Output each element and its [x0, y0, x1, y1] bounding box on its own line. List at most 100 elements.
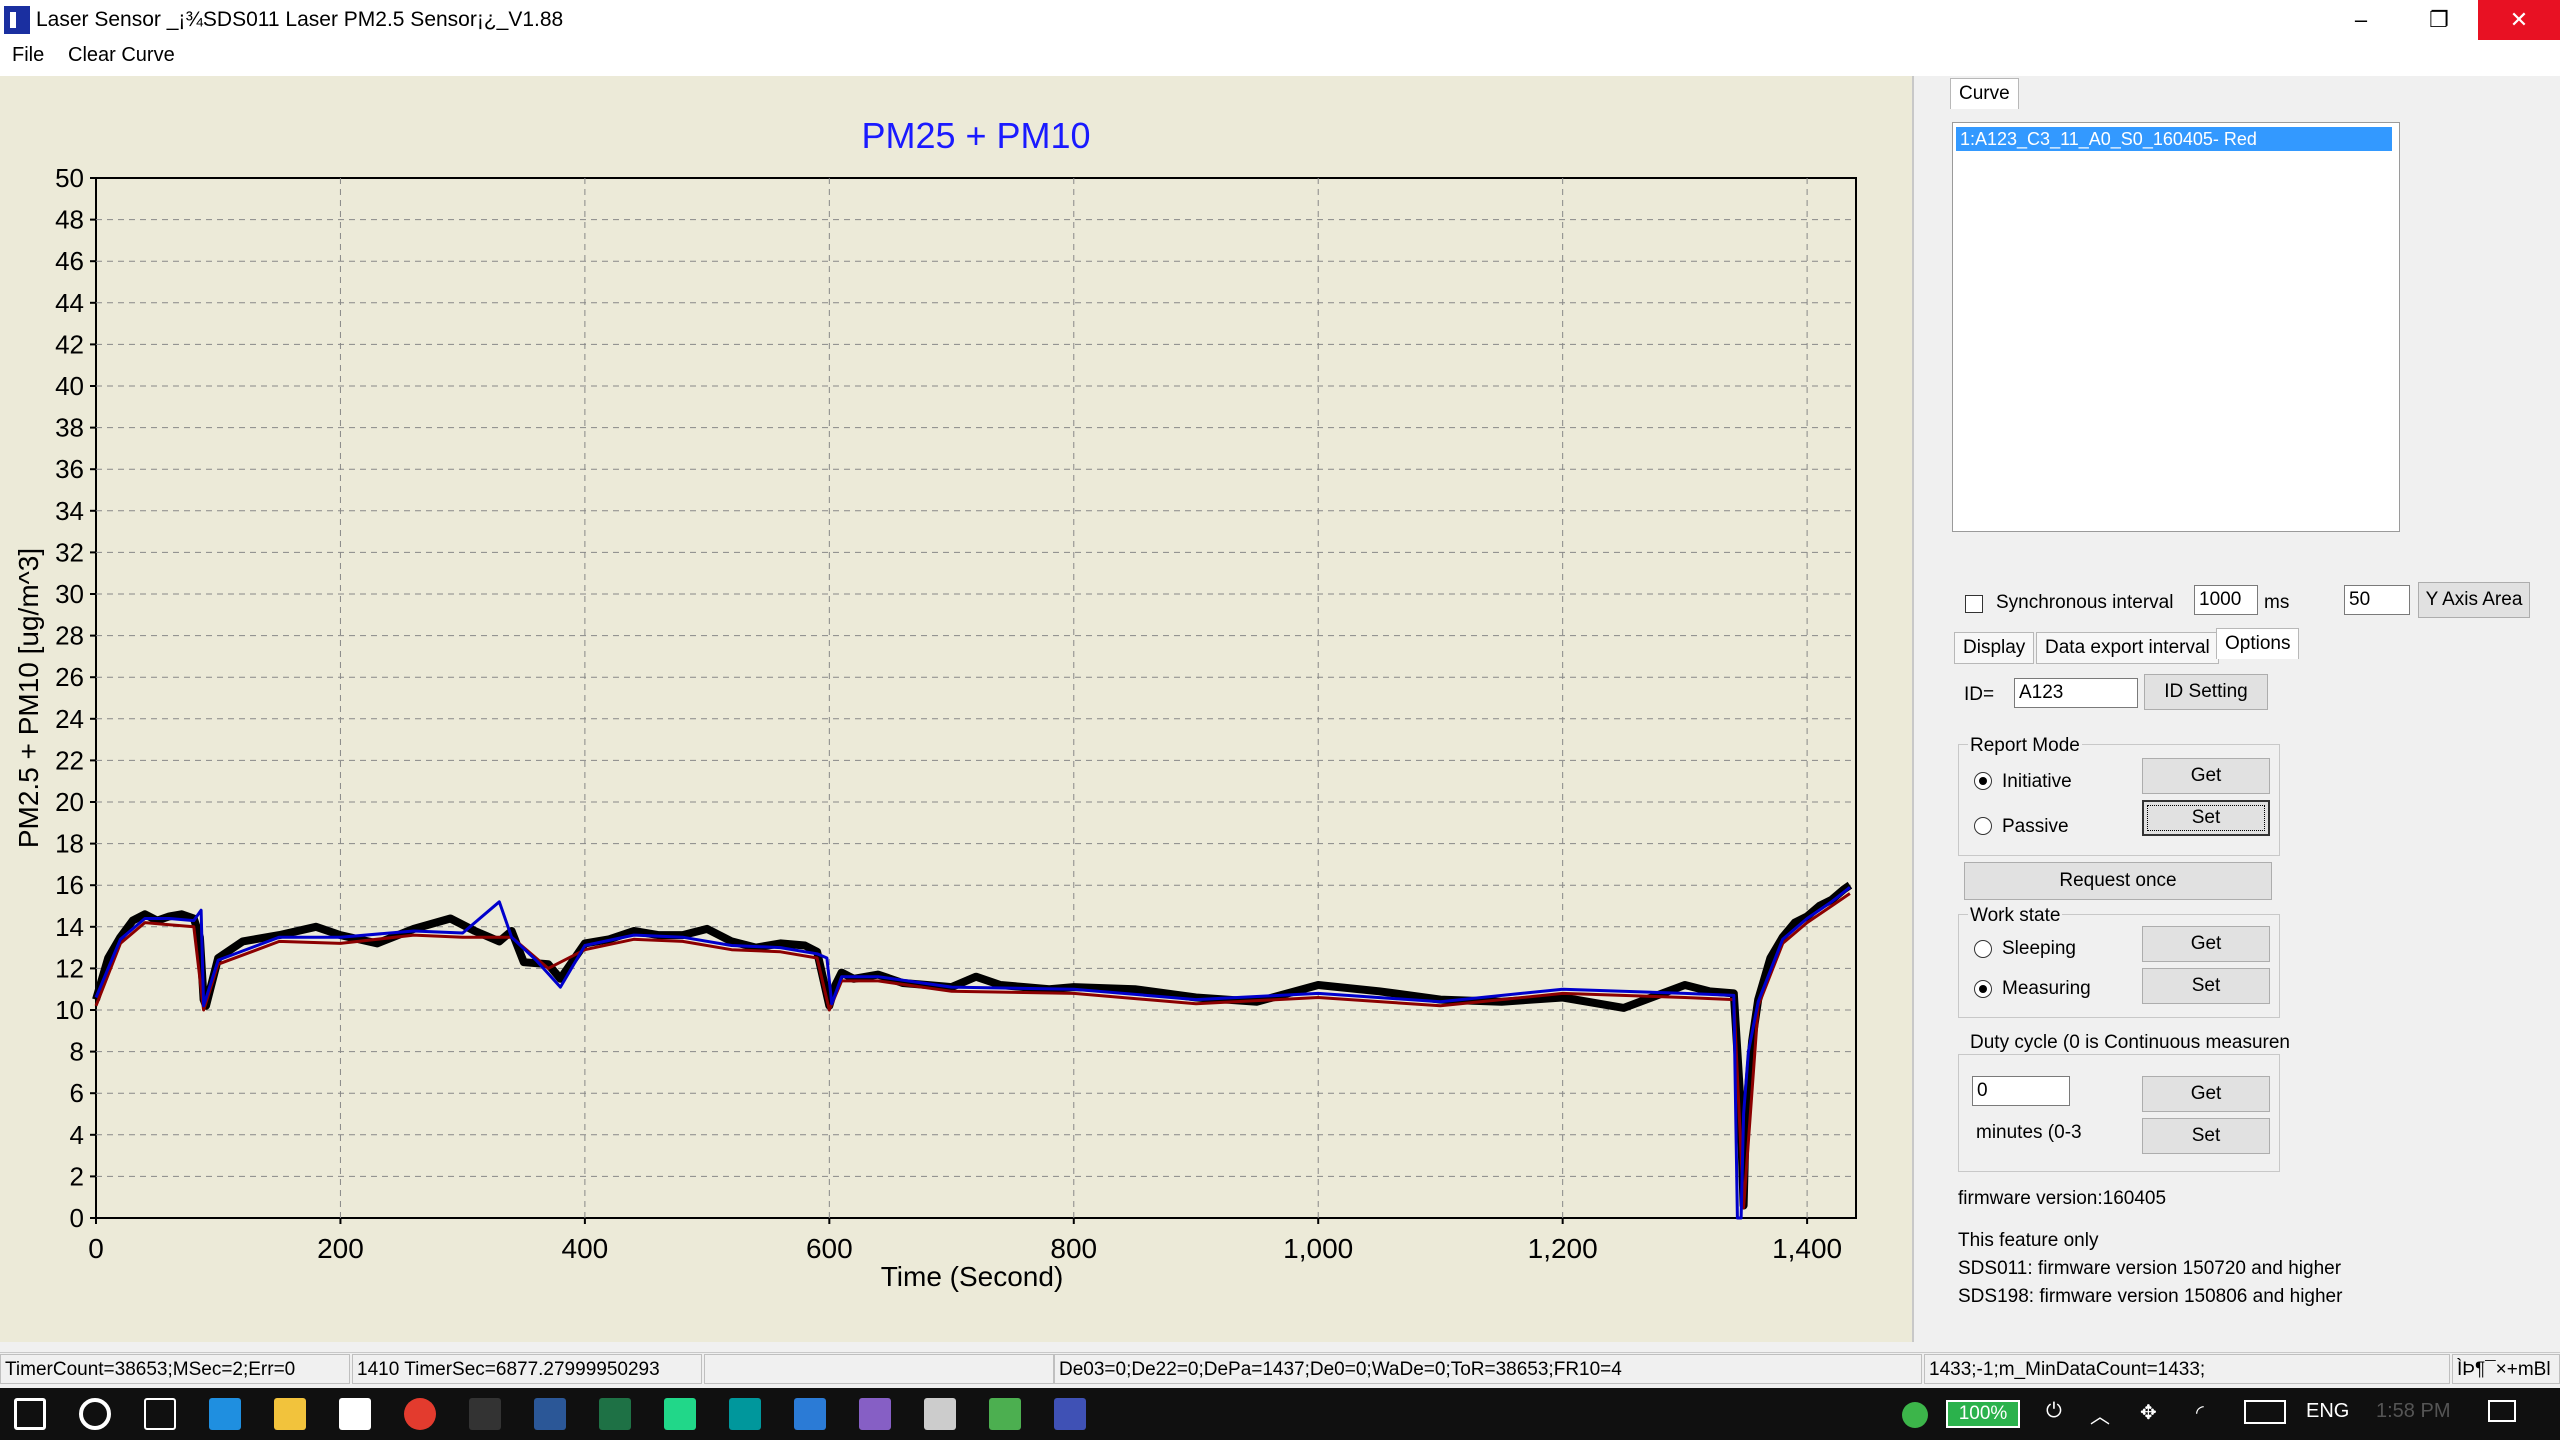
pycharm-icon[interactable]: [664, 1398, 696, 1430]
passive-radio[interactable]: [1974, 817, 1992, 835]
app-icon[interactable]: [924, 1398, 956, 1430]
y-tick-label: 38: [55, 413, 84, 443]
network-status-icon[interactable]: [1902, 1402, 1928, 1428]
task-view-icon[interactable]: [144, 1398, 176, 1430]
x-tick-label: 1,400: [1772, 1233, 1842, 1264]
sleeping-radio[interactable]: [1974, 940, 1992, 958]
dropbox-icon[interactable]: ✥: [2140, 1400, 2157, 1425]
status-counters: De03=0;De22=0;DePa=1437;De0=0;WaDe=0;ToR…: [1054, 1354, 1922, 1384]
duty-cycle-get-button[interactable]: Get: [2142, 1076, 2270, 1112]
passive-label: Passive: [2002, 816, 2069, 837]
id-setting-button[interactable]: ID Setting: [2144, 674, 2268, 710]
report-mode-title: Report Mode: [1968, 735, 2082, 757]
tab-display[interactable]: Display: [1954, 632, 2035, 664]
sync-interval-input[interactable]: 1000: [2194, 585, 2258, 615]
laser-sensor-icon[interactable]: [1054, 1398, 1086, 1430]
status-timer-count: TimerCount=38653;MSec=2;Err=0: [0, 1354, 350, 1384]
work-state-set-button[interactable]: Set: [2142, 968, 2270, 1004]
visual-studio-icon[interactable]: [859, 1398, 891, 1430]
excel-icon[interactable]: [599, 1398, 631, 1430]
plot-area: [95, 177, 1857, 1219]
y-tick-label: 26: [55, 662, 84, 692]
title-bar: Laser Sensor _¡¾SDS011 Laser PM2.5 Senso…: [0, 0, 2560, 40]
request-once-button[interactable]: Request once: [1964, 862, 2272, 900]
feature-note-line2: SDS011: firmware version 150720 and high…: [1958, 1258, 2342, 1279]
vscode-icon[interactable]: [794, 1398, 826, 1430]
x-tick-label: 400: [562, 1233, 609, 1264]
y-axis-area-button[interactable]: Y Axis Area: [2418, 582, 2530, 618]
y-tick-label: 50: [55, 163, 84, 193]
y-axis-input[interactable]: 50: [2344, 585, 2410, 615]
restore-button[interactable]: ❐: [2400, 0, 2478, 40]
cortana-icon[interactable]: [79, 1398, 111, 1430]
windows-start-icon[interactable]: [14, 1398, 46, 1430]
edge-icon[interactable]: [209, 1398, 241, 1430]
minimize-button[interactable]: –: [2322, 0, 2400, 40]
measuring-radio[interactable]: [1974, 980, 1992, 998]
y-axis-label: PM2.5 + PM10 [ug/m^3]: [13, 548, 44, 848]
chrome-icon[interactable]: [404, 1398, 436, 1430]
initiative-label: Initiative: [2002, 771, 2072, 792]
curve-list[interactable]: 1:A123_C3_11_A0_S0_160405- Red: [1952, 122, 2400, 532]
curve-list-item[interactable]: 1:A123_C3_11_A0_S0_160405- Red: [1956, 127, 2392, 151]
work-state-get-button[interactable]: Get: [2142, 926, 2270, 962]
menu-clear-curve[interactable]: Clear Curve: [68, 44, 175, 67]
sync-interval-label: Synchronous interval: [1996, 592, 2174, 613]
y-tick-label: 0: [70, 1203, 84, 1233]
word-icon[interactable]: [534, 1398, 566, 1430]
y-tick-label: 48: [55, 205, 84, 235]
x-tick-label: 0: [88, 1233, 104, 1264]
status-extra: ÌÞ¶¯×+mBl: [2452, 1354, 2560, 1384]
duty-cycle-title: Duty cycle (0 is Continuous measuren: [1968, 1032, 2292, 1054]
sync-unit-label: ms: [2264, 592, 2290, 613]
pm-chart: 0246810121416182022242628303234363840424…: [13, 115, 1857, 1292]
status-timer-sec: 1410 TimerSec=6877.27999950293: [352, 1354, 702, 1384]
terminal-icon[interactable]: [469, 1398, 501, 1430]
notification-icon[interactable]: [2488, 1400, 2516, 1422]
taskbar: [0, 1388, 2560, 1440]
language-indicator[interactable]: ENG: [2306, 1400, 2349, 1423]
x-tick-label: 200: [317, 1233, 364, 1264]
y-tick-label: 46: [55, 246, 84, 276]
y-tick-label: 42: [55, 329, 84, 359]
report-mode-get-button[interactable]: Get: [2142, 758, 2270, 794]
sync-interval-checkbox[interactable]: [1965, 595, 1983, 613]
id-label: ID=: [1964, 684, 1995, 705]
y-tick-label: 8: [70, 1037, 84, 1067]
y-tick-label: 18: [55, 829, 84, 859]
store-icon[interactable]: [339, 1398, 371, 1430]
y-tick-label: 28: [55, 621, 84, 651]
y-tick-label: 12: [55, 953, 84, 983]
report-mode-set-button[interactable]: Set: [2142, 800, 2270, 836]
x-tick-label: 1,000: [1283, 1233, 1353, 1264]
menu-file[interactable]: File: [12, 44, 44, 67]
duty-cycle-set-button[interactable]: Set: [2142, 1118, 2270, 1154]
duty-cycle-input[interactable]: 0: [1972, 1076, 2070, 1106]
tab-data-export-interval[interactable]: Data export interval: [2036, 632, 2219, 664]
close-button[interactable]: ✕: [2478, 0, 2560, 40]
y-tick-label: 20: [55, 787, 84, 817]
y-tick-label: 32: [55, 537, 84, 567]
measuring-label: Measuring: [2002, 978, 2091, 999]
power-icon[interactable]: ⏻: [2046, 1400, 2062, 1423]
tab-curve[interactable]: Curve: [1950, 78, 2019, 109]
x-tick-label: 1,200: [1528, 1233, 1598, 1264]
status-min-data-count: 1433;-1;m_MinDataCount=1433;: [1924, 1354, 2450, 1384]
chart-pane: 0 2 4 6 8 10 12 14 16 18 20 22 24 26 28 30 32 34 36 38 40 42 4…: [0, 76, 1914, 1342]
x-tick-label: 600: [806, 1233, 853, 1264]
y-tick-label: 4: [70, 1120, 84, 1150]
clock[interactable]: 1:58 PM: [2376, 1400, 2450, 1423]
initiative-radio[interactable]: [1974, 772, 1992, 790]
y-tick-label: 2: [70, 1161, 84, 1191]
y-tick-label: 14: [55, 912, 84, 942]
arduino-icon[interactable]: [729, 1398, 761, 1430]
id-input[interactable]: A123: [2014, 678, 2138, 708]
tab-options[interactable]: Options: [2216, 628, 2300, 659]
chevron-up-icon[interactable]: ︿: [2090, 1400, 2110, 1429]
y-tick-label: 44: [55, 288, 84, 318]
app-icon[interactable]: [989, 1398, 1021, 1430]
wifi-icon[interactable]: ◜: [2196, 1400, 2204, 1425]
battery-indicator[interactable]: 100%: [1946, 1400, 2020, 1428]
keyboard-icon[interactable]: [2244, 1400, 2286, 1424]
file-explorer-icon[interactable]: [274, 1398, 306, 1430]
